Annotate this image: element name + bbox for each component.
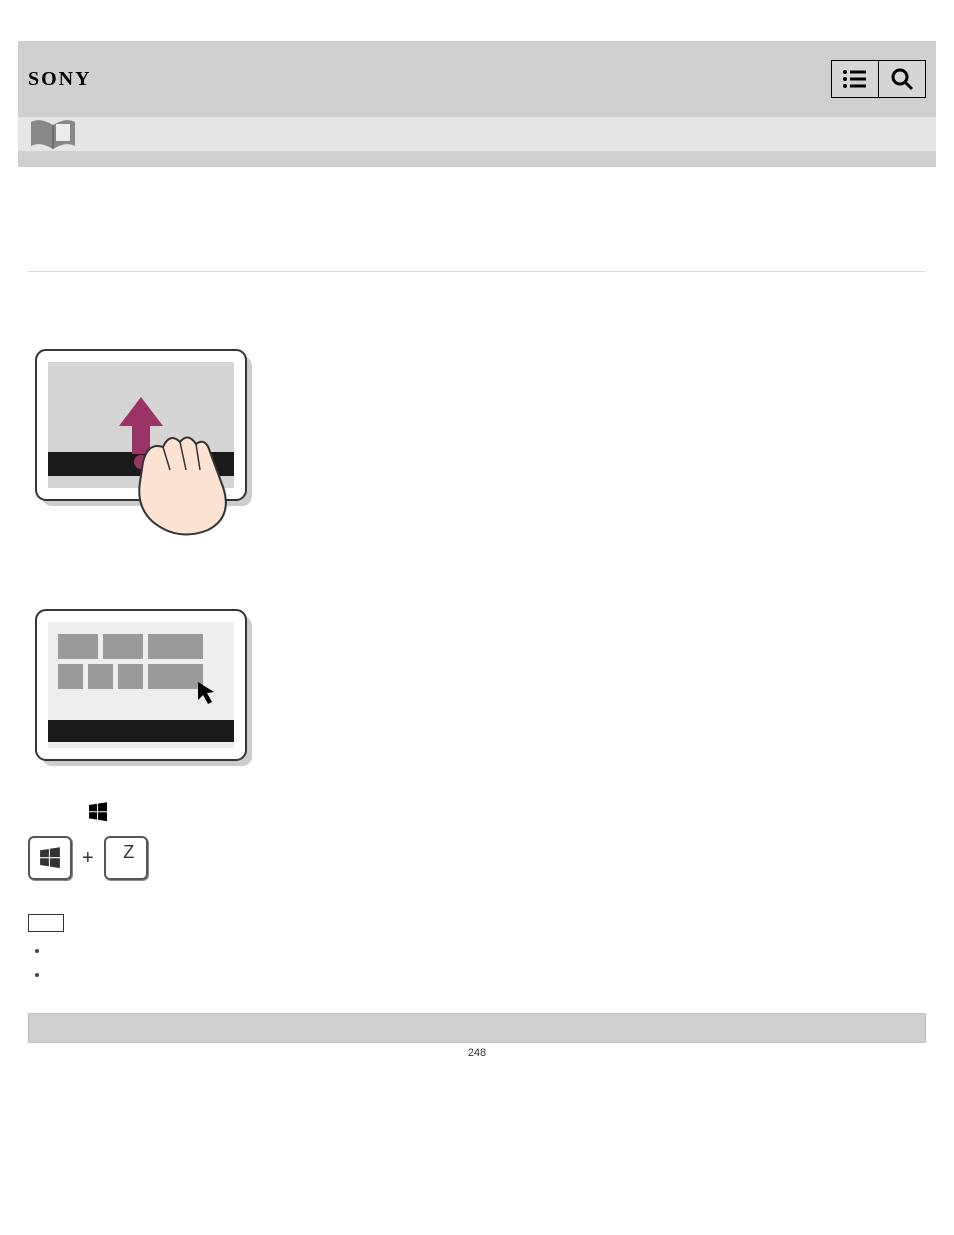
spacer [28, 894, 926, 914]
key-windows [28, 836, 72, 880]
windows-icon [39, 847, 61, 869]
page-number: 248 [28, 1047, 926, 1059]
content-area: + Z 248 [18, 167, 936, 1069]
search-icon [890, 67, 914, 91]
brand-logo: SONY [28, 68, 92, 91]
page-wrapper: SONY [0, 0, 954, 1087]
footer-banner [28, 1013, 926, 1043]
document-page: SONY [18, 41, 936, 1069]
keyboard-shortcut: + Z [28, 836, 926, 880]
list-item [50, 943, 926, 959]
windows-key-inline [88, 802, 108, 822]
subheader-bar [18, 117, 936, 151]
plus-symbol: + [82, 847, 94, 870]
key-z-label: Z [123, 842, 134, 863]
note-label-box [28, 914, 64, 932]
subheader-shadow [18, 151, 936, 167]
note-list [28, 943, 926, 983]
key-z: Z [104, 836, 148, 880]
illustration-swipe-up [28, 342, 926, 542]
list-icon [842, 69, 868, 89]
spacer [28, 272, 926, 332]
windows-icon [88, 802, 108, 822]
illustration-mouse-appbar [28, 602, 926, 772]
spacer [28, 187, 926, 247]
search-button[interactable] [878, 60, 926, 98]
spacer [28, 572, 926, 592]
book-icon [28, 119, 78, 149]
header-buttons [832, 60, 926, 98]
menu-button[interactable] [831, 60, 879, 98]
list-item [50, 967, 926, 983]
header-bar: SONY [18, 41, 936, 117]
